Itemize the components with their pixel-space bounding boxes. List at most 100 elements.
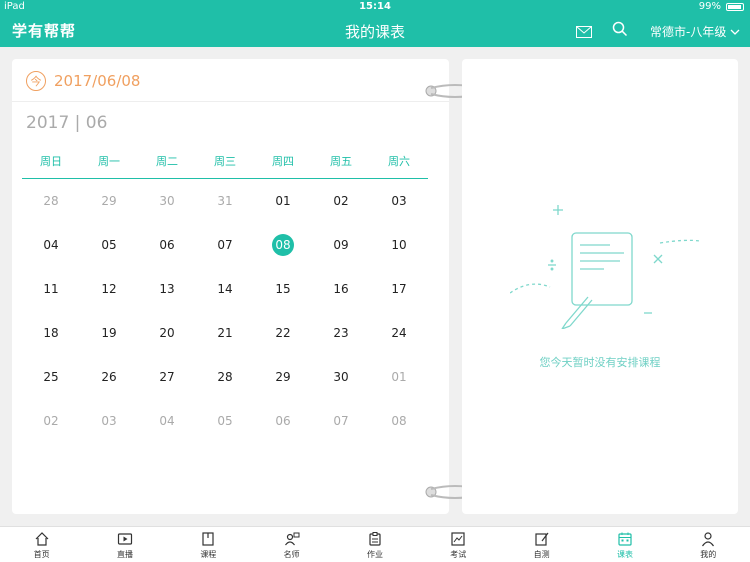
calendar-day-label: 29: [101, 194, 117, 208]
calendar-day[interactable]: 12: [80, 267, 138, 311]
tab-schedule[interactable]: 课表: [583, 527, 666, 562]
calendar-day[interactable]: 07: [312, 399, 370, 443]
calendar-day[interactable]: 14: [196, 267, 254, 311]
calendar-day[interactable]: 01: [370, 355, 428, 399]
calendar-day-label: 11: [43, 282, 59, 296]
calendar-day[interactable]: 18: [22, 311, 80, 355]
live-icon: [117, 531, 133, 547]
profile-icon: [700, 531, 716, 547]
calendar-day-label: 08: [272, 234, 294, 256]
calendar-day-label: 05: [217, 414, 233, 428]
calendar-day[interactable]: 08: [254, 223, 312, 267]
calendar-day-label: 02: [333, 194, 349, 208]
weekday-header: 周日 周一 周二 周三 周四 周五 周六: [22, 153, 428, 179]
tab-home[interactable]: 首页: [0, 527, 83, 562]
tab-label: 课表: [616, 550, 633, 559]
today-button[interactable]: 今 2017/06/08: [26, 71, 140, 91]
calendar-day[interactable]: 05: [80, 223, 138, 267]
calendar-day[interactable]: 13: [138, 267, 196, 311]
calendar-day-label: 07: [333, 414, 349, 428]
calendar-day[interactable]: 06: [138, 223, 196, 267]
calendar-day-label: 21: [217, 326, 233, 340]
weekday-label: 周五: [330, 155, 352, 168]
calendar-day[interactable]: 23: [312, 311, 370, 355]
tab-course[interactable]: 课程: [167, 527, 250, 562]
calendar-day[interactable]: 27: [138, 355, 196, 399]
calendar-day[interactable]: 26: [80, 355, 138, 399]
calendar-day-label: 17: [391, 282, 407, 296]
calendar-day-label: 03: [101, 414, 117, 428]
calendar-day[interactable]: 21: [196, 311, 254, 355]
calendar-day[interactable]: 02: [312, 179, 370, 223]
mail-icon[interactable]: [576, 23, 592, 42]
tab-label: 首页: [33, 550, 50, 559]
tab-exam[interactable]: 考试: [417, 527, 500, 562]
tab-teacher[interactable]: 名师: [250, 527, 333, 562]
top-bar: iPad 15:14 99% 学有帮帮 我的课表 常德市-八年级: [0, 0, 750, 47]
calendar-day-label: 18: [43, 326, 59, 340]
calendar-day[interactable]: 20: [138, 311, 196, 355]
status-bar: iPad 15:14 99%: [0, 0, 750, 14]
calendar-day[interactable]: 09: [312, 223, 370, 267]
calendar-day-label: 09: [333, 238, 349, 252]
calendar-day[interactable]: 08: [370, 399, 428, 443]
tab-homework[interactable]: 作业: [333, 527, 416, 562]
calendar-day[interactable]: 03: [80, 399, 138, 443]
calendar-day[interactable]: 25: [22, 355, 80, 399]
calendar-week: 11 12 13 14 15 16 17: [22, 267, 428, 311]
calendar-day[interactable]: 06: [254, 399, 312, 443]
region-selector[interactable]: 常德市-八年级: [650, 23, 740, 40]
calendar-day[interactable]: 15: [254, 267, 312, 311]
calendar-day[interactable]: 04: [22, 223, 80, 267]
calendar-day-label: 27: [159, 370, 175, 384]
calendar-day[interactable]: 02: [22, 399, 80, 443]
calendar-day[interactable]: 30: [312, 355, 370, 399]
calendar-day-label: 01: [391, 370, 407, 384]
calendar-day-label: 26: [101, 370, 117, 384]
calendar-day[interactable]: 04: [138, 399, 196, 443]
calendar-day[interactable]: 07: [196, 223, 254, 267]
calendar-day-label: 03: [391, 194, 407, 208]
calendar-day[interactable]: 30: [138, 179, 196, 223]
tab-bar: 首页 直播 课程 名师 作业 考试 自测 课表 我的: [0, 526, 750, 562]
home-icon: [34, 531, 50, 547]
weekday-label: 周四: [272, 155, 294, 168]
calendar-day[interactable]: 05: [196, 399, 254, 443]
calendar-day[interactable]: 22: [254, 311, 312, 355]
page-title: 我的课表: [344, 23, 405, 41]
calendar-day[interactable]: 17: [370, 267, 428, 311]
calendar-day[interactable]: 31: [196, 179, 254, 223]
calendar-day-label: 12: [101, 282, 117, 296]
calendar-day[interactable]: 16: [312, 267, 370, 311]
calendar-day[interactable]: 10: [370, 223, 428, 267]
calendar-day-label: 06: [275, 414, 291, 428]
calendar-day[interactable]: 29: [254, 355, 312, 399]
tab-label: 课程: [200, 550, 217, 559]
calendar-day[interactable]: 01: [254, 179, 312, 223]
calendar-week: 04 05 06 07 08 09 10: [22, 223, 428, 267]
divider: [12, 101, 449, 102]
tab-label: 考试: [450, 550, 467, 559]
tab-selftest[interactable]: 自测: [500, 527, 583, 562]
calendar-day[interactable]: 28: [22, 179, 80, 223]
calendar-day[interactable]: 24: [370, 311, 428, 355]
calendar-day-label: 22: [275, 326, 291, 340]
calendar-day-label: 28: [217, 370, 233, 384]
calendar-day[interactable]: 28: [196, 355, 254, 399]
calendar-week: 25 26 27 28 29 30 01: [22, 355, 428, 399]
calendar-day[interactable]: 19: [80, 311, 138, 355]
calendar-week: 02 03 04 05 06 07 08: [22, 399, 428, 443]
tab-label: 我的: [700, 550, 717, 559]
battery-percent: 99%: [698, 1, 721, 12]
calendar-day[interactable]: 03: [370, 179, 428, 223]
tab-live[interactable]: 直播: [83, 527, 166, 562]
tab-profile[interactable]: 我的: [667, 527, 750, 562]
schedule-icon: [617, 531, 633, 547]
calendar-day-label: 30: [333, 370, 349, 384]
calendar-day-label: 04: [43, 238, 59, 252]
calendar-week: 28 29 30 31 01 02 03: [22, 179, 428, 223]
calendar-day[interactable]: 11: [22, 267, 80, 311]
weekday-label: 周日: [40, 155, 62, 168]
search-icon[interactable]: [612, 21, 628, 41]
calendar-day[interactable]: 29: [80, 179, 138, 223]
